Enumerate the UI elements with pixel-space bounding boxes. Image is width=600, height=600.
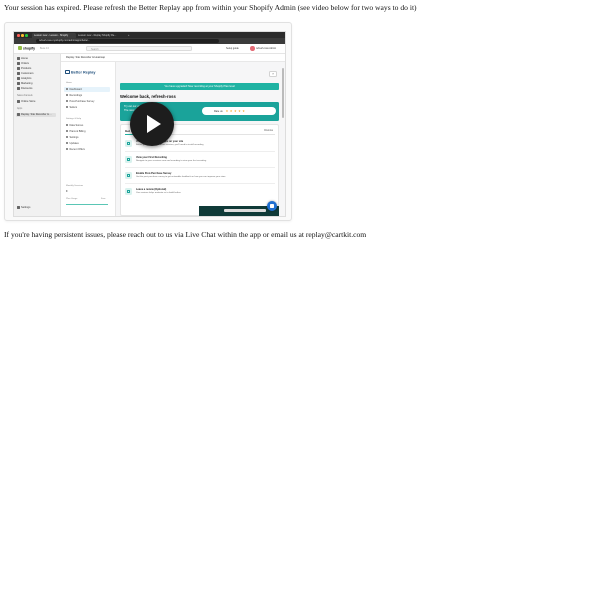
data-icon — [66, 124, 69, 127]
monthly-sessions-value: 0 — [66, 190, 68, 193]
dismiss-link: Dismiss — [264, 129, 273, 132]
task-icon — [125, 172, 132, 179]
sidebar-item-customers: Customers — [17, 72, 34, 75]
shopify-sidebar: Home Orders Products Customers Analytics… — [14, 54, 61, 216]
rate-us-pill: Rate us ★★★★★ — [202, 107, 276, 115]
shopify-search-input: Search — [86, 46, 192, 51]
home-icon — [17, 57, 20, 60]
discounts-icon — [17, 87, 20, 90]
scrollbar — [282, 68, 284, 118]
shopify-topbar: shopify Beta 4.0 Search Setup guide refr… — [14, 44, 285, 54]
marketing-icon — [17, 82, 20, 85]
monthly-sessions-label: Monthly Sessions — [66, 185, 84, 187]
session-expired-message: Your session has expired. Please refresh… — [4, 3, 417, 12]
task-item: View your First Recording Navigate to yo… — [125, 155, 275, 168]
sidebar-item-replay-app: Replay: Site Recorder & ... — [17, 113, 52, 116]
offers-icon — [66, 148, 69, 151]
orders-icon — [17, 62, 20, 65]
updates-icon — [66, 142, 69, 145]
nav-item-survey: Post-Purchase Survey — [66, 100, 94, 103]
live-chat-icon — [267, 201, 277, 211]
better-replay-logo: Better Replay — [65, 70, 95, 75]
sidebar-item-settings: Settings — [17, 206, 30, 209]
nav-item-updates: Updates — [66, 142, 79, 145]
sidebar-item-orders: Orders — [17, 62, 29, 65]
task-item: Leave a review (Optional) Your reviews h… — [125, 187, 275, 199]
sidebar-item-discounts: Discounts — [17, 87, 32, 90]
shopify-logo: shopify — [18, 46, 35, 50]
help-button: ? — [269, 71, 277, 77]
sidebar-item-home: Home — [17, 57, 28, 60]
url-field: refresh-ross.myshopify.com/admin/apps/be… — [36, 39, 219, 43]
tutorial-video-card: Lesson new - Lesson - Shopify Lesson new… — [4, 22, 292, 221]
shopify-beta-label: Beta 4.0 — [40, 47, 49, 50]
close-dot-icon — [17, 34, 20, 37]
play-icon[interactable] — [130, 102, 174, 146]
replay-logo-icon — [65, 70, 70, 74]
nav-item-settings: Settings — [66, 136, 79, 139]
better-replay-nav: Better Replay Home Dashboard Recordings … — [61, 62, 116, 216]
upgrade-banner: You have upgraded! Now recording at your… — [120, 83, 279, 90]
welcome-heading: Welcome back, refresh-ross — [120, 94, 176, 99]
task-item: Enable Post-Purchase Survey Get the post… — [125, 171, 275, 184]
gear-icon — [17, 206, 20, 209]
sales-channels-heading: Sales channels — [17, 95, 33, 97]
nav-item-plans: Plans & Billing — [66, 130, 85, 133]
analytics-icon — [17, 77, 20, 80]
nav-heading-home: Home — [66, 82, 72, 84]
task-icon — [125, 140, 132, 147]
plans-icon — [66, 130, 69, 133]
minimize-dot-icon — [21, 34, 24, 37]
apps-heading: Apps — [17, 108, 23, 110]
sidebar-item-marketing: Marketing — [17, 82, 32, 85]
products-icon — [17, 67, 20, 70]
setup-guide-label: Setup guide — [226, 47, 239, 50]
maximize-dot-icon — [25, 34, 28, 37]
dashboard-icon — [66, 87, 69, 90]
sellers-icon — [66, 106, 69, 109]
nav-item-sellers: Sellers — [66, 106, 77, 109]
plan-usage-bar — [66, 204, 108, 205]
app-icon — [17, 113, 20, 116]
bottom-popup-bar — [224, 209, 266, 212]
app-title-strip: Replay: Site Recorder & Heatmap — [61, 54, 285, 62]
user-avatar — [250, 46, 255, 51]
recordings-icon — [66, 94, 69, 97]
customers-icon — [17, 72, 20, 75]
gear-icon — [66, 136, 69, 139]
nav-item-dashboard: Dashboard — [66, 87, 82, 91]
star-rating-icon: ★★★★★ — [225, 109, 247, 113]
plan-usage-label: Plan Usage — [66, 198, 78, 200]
store-icon — [17, 100, 20, 103]
sidebar-item-products: Products — [17, 67, 31, 70]
tutorial-video[interactable]: Lesson new - Lesson - Shopify Lesson new… — [13, 31, 286, 217]
nav-item-offers: Recent Offers — [66, 148, 85, 151]
survey-icon — [66, 100, 69, 103]
nav-item-recordings: Recordings — [66, 94, 82, 97]
sidebar-item-online-store: Online Store — [17, 100, 35, 103]
user-name: refresh-ross Admin — [256, 47, 277, 50]
task-icon — [125, 156, 132, 163]
plan-usage-value: Free — [101, 198, 106, 200]
nav-item-data-sources: Data Sorces — [66, 124, 83, 127]
task-icon — [125, 188, 132, 195]
nav-heading-settings: Settings & Help — [66, 118, 82, 120]
sidebar-item-analytics: Analytics — [17, 77, 31, 80]
support-message: If you're having persistent issues, plea… — [4, 230, 367, 239]
app-strip-title: Replay: Site Recorder & Heatmap — [66, 56, 106, 59]
shopify-bag-icon — [18, 46, 22, 50]
